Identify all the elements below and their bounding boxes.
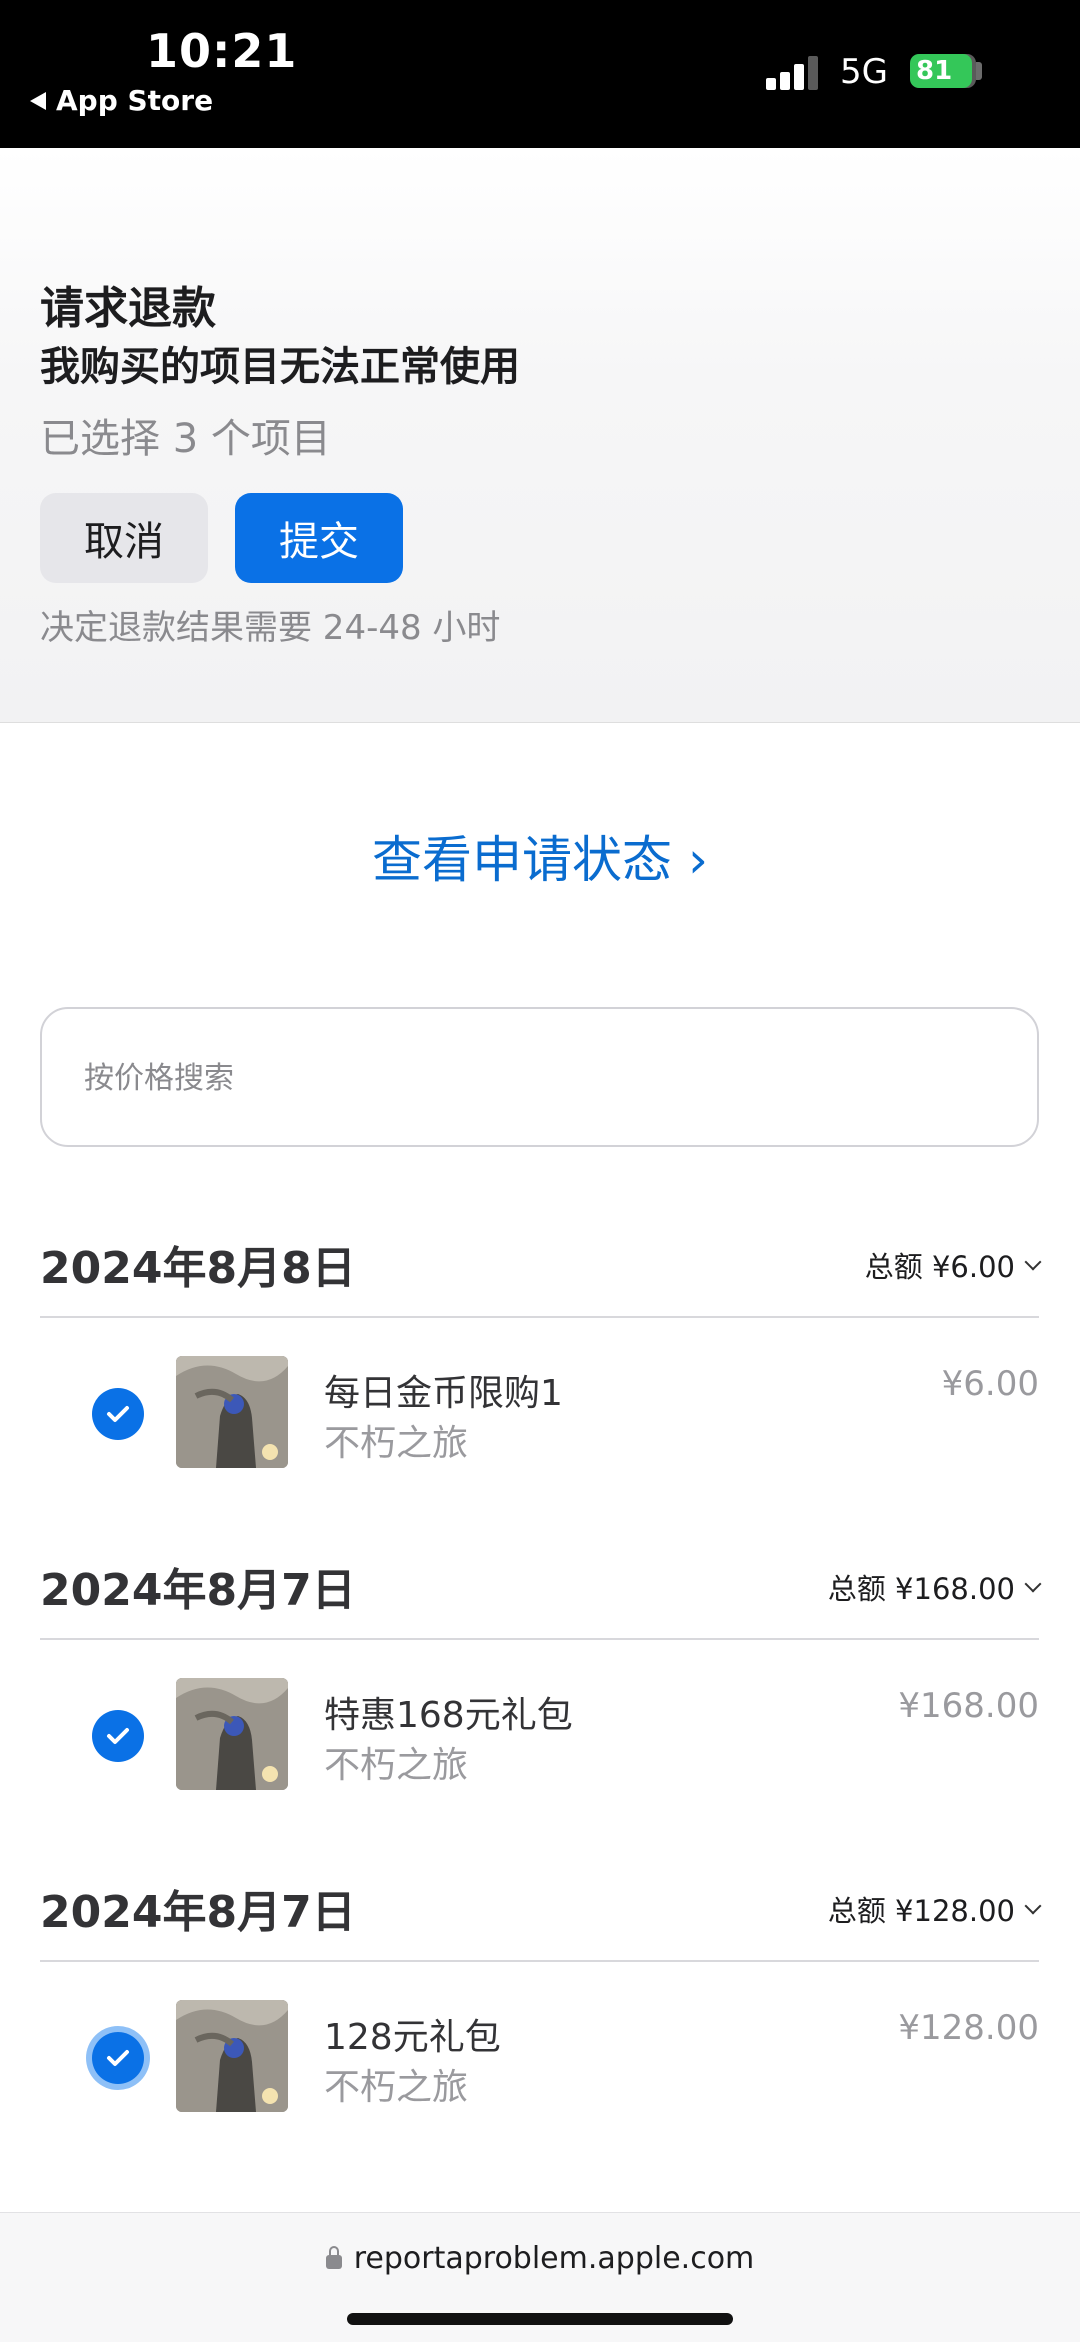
refund-time-note: 决定退款结果需要 24-48 小时 — [40, 608, 501, 648]
group-total: 总额 ¥6.00 — [864, 1250, 1015, 1284]
group-total: 总额 ¥128.00 — [827, 1894, 1015, 1928]
browser-url-bar[interactable]: reportaproblem.apple.com — [0, 2212, 1080, 2342]
item-app-name: 不朽之旅 — [324, 1745, 469, 1786]
group-total-toggle[interactable]: 总额 ¥128.00 — [827, 1888, 1042, 1930]
purchase-date: 2024年8月8日 — [40, 1243, 356, 1294]
item-price: ¥6.00 — [941, 1364, 1039, 1404]
cellular-signal-icon — [766, 56, 822, 90]
group-total-toggle[interactable]: 总额 ¥168.00 — [827, 1566, 1042, 1608]
status-time: 10:21 — [146, 24, 298, 78]
view-request-status-link[interactable]: 查看申请状态 › — [0, 820, 1080, 892]
price-search-box — [40, 1007, 1039, 1147]
chevron-down-icon — [1024, 1253, 1042, 1271]
battery-level: 81 — [916, 56, 953, 86]
request-title: 请求退款 — [40, 283, 216, 334]
app-icon — [176, 1356, 288, 1468]
item-price: ¥168.00 — [898, 1686, 1039, 1726]
chevron-down-icon — [1024, 1575, 1042, 1593]
network-type: 5G — [840, 52, 888, 92]
purchase-item: 128元礼包 不朽之旅 ¥128.00 — [40, 1962, 1039, 2142]
submit-button[interactable]: 提交 — [235, 493, 403, 583]
cancel-button[interactable]: 取消 — [40, 493, 208, 583]
app-icon — [176, 2000, 288, 2112]
item-name: 每日金币限购1 — [324, 1373, 563, 1414]
battery-icon: 81 — [910, 54, 972, 88]
back-to-app-store[interactable]: App Store — [30, 84, 213, 117]
group-header: 2024年8月7日 总额 ¥128.00 — [40, 1876, 1042, 1962]
purchase-date: 2024年8月7日 — [40, 1565, 356, 1616]
group-header: 2024年8月7日 总额 ¥168.00 — [40, 1554, 1042, 1640]
item-price: ¥128.00 — [898, 2008, 1039, 2048]
group-total-toggle[interactable]: 总额 ¥6.00 — [864, 1244, 1042, 1286]
lock-icon — [325, 2245, 342, 2269]
purchase-date: 2024年8月7日 — [40, 1887, 356, 1938]
checkmark-icon — [107, 2050, 129, 2066]
item-name: 特惠168元礼包 — [324, 1695, 573, 1736]
item-checkbox[interactable] — [92, 1710, 144, 1762]
purchase-group: 2024年8月8日 总额 ¥6.00 每日金币限购1 不朽之旅 ¥6.00 — [40, 1232, 1042, 1498]
checkmark-icon — [107, 1406, 129, 1422]
purchase-group: 2024年8月7日 总额 ¥128.00 128元礼包 不朽之旅 ¥128.00 — [40, 1876, 1042, 2142]
purchase-item: 每日金币限购1 不朽之旅 ¥6.00 — [40, 1318, 1039, 1498]
refund-request-panel: 请求退款 我购买的项目无法正常使用 已选择 3 个项目 取消 提交 决定退款结果… — [0, 148, 1080, 723]
group-total: 总额 ¥168.00 — [827, 1572, 1015, 1606]
selected-count: 已选择 3 个项目 — [40, 416, 331, 462]
back-arrow-icon — [30, 91, 46, 110]
chevron-down-icon — [1024, 1897, 1042, 1915]
app-icon — [176, 1678, 288, 1790]
url-text: reportaproblem.apple.com — [353, 2241, 755, 2276]
url-display: reportaproblem.apple.com — [0, 2241, 1080, 2276]
battery-cap — [976, 62, 982, 80]
price-search-input[interactable] — [82, 1009, 986, 1147]
home-indicator[interactable] — [347, 2313, 733, 2325]
status-bar: 10:21 App Store 5G 81 — [0, 0, 1080, 148]
item-app-name: 不朽之旅 — [324, 2067, 469, 2108]
item-checkbox[interactable] — [92, 1388, 144, 1440]
purchase-item: 特惠168元礼包 不朽之旅 ¥168.00 — [40, 1640, 1039, 1820]
back-label: App Store — [56, 84, 214, 117]
item-name: 128元礼包 — [324, 2017, 501, 2058]
item-checkbox[interactable] — [92, 2032, 144, 2084]
checkmark-icon — [107, 1728, 129, 1744]
purchase-group: 2024年8月7日 总额 ¥168.00 特惠168元礼包 不朽之旅 ¥168.… — [40, 1554, 1042, 1820]
item-app-name: 不朽之旅 — [324, 1423, 469, 1464]
request-reason: 我购买的项目无法正常使用 — [40, 344, 520, 390]
group-header: 2024年8月8日 总额 ¥6.00 — [40, 1232, 1042, 1318]
